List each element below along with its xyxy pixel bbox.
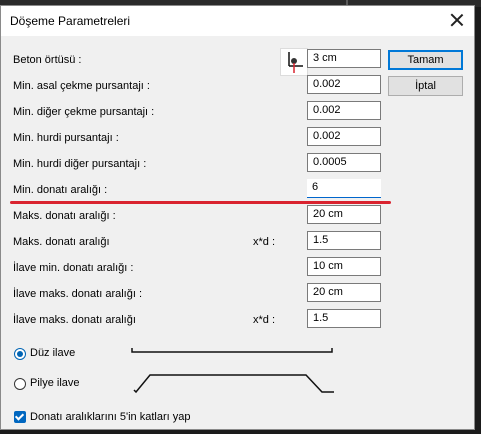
max-bar-spacing-xd-field[interactable]: 1.5	[307, 231, 381, 250]
close-icon[interactable]	[446, 10, 468, 32]
label-min-other-tension-ratio: Min. diğer çekme pursantajı :	[13, 106, 155, 118]
xd-suffix-label: x*d :	[253, 314, 276, 326]
label-min-bar-spacing: Min. donatı aralığı :	[13, 184, 108, 196]
min-hurdi-ratio-field[interactable]: 0.002	[307, 127, 381, 146]
label-extra-max-bar-spacing: İlave maks. donatı aralığı :	[13, 288, 143, 300]
straight-extra-label: Düz ilave	[30, 347, 76, 359]
min-bar-spacing-field[interactable]: 6	[307, 179, 381, 198]
straight-extra-radio[interactable]	[14, 348, 26, 360]
min-hurdi-other-ratio-field[interactable]: 0.0005	[307, 153, 381, 172]
xd-suffix-label: x*d :	[253, 236, 276, 248]
cancel-button[interactable]: İptal	[388, 76, 463, 96]
round-to-five-checkbox[interactable]	[14, 411, 26, 423]
label-max-bar-spacing: Maks. donatı aralığı :	[13, 210, 116, 222]
cover-diagram-icon	[280, 48, 308, 76]
label-min-hurdi-other-ratio: Min. hurdi diğer pursantajı :	[13, 158, 147, 170]
highlight-underline	[10, 201, 391, 204]
label-extra-min-bar-spacing: İlave min. donatı aralığı :	[13, 262, 134, 274]
round-to-five-label: Donatı aralıklarını 5'in katları yap	[30, 411, 191, 423]
max-bar-spacing-field[interactable]: 20 cm	[307, 205, 381, 224]
label-min-hurdi-ratio: Min. hurdi pursantajı :	[13, 132, 119, 144]
extra-max-bar-spacing-xd-field[interactable]: 1.5	[307, 309, 381, 328]
extra-min-bar-spacing-field[interactable]: 10 cm	[307, 257, 381, 276]
bent-bar-diagram	[133, 374, 334, 394]
label-extra-max-bar-spacing-xd: İlave maks. donatı aralığı	[13, 314, 136, 326]
bent-extra-label: Pilye ilave	[30, 377, 80, 389]
label-min-main-tension-ratio: Min. asal çekme pursantajı :	[13, 80, 150, 92]
title-bar: Döşeme Parametreleri	[1, 6, 474, 36]
straight-bar-diagram	[131, 348, 333, 353]
min-other-tension-ratio-field[interactable]: 0.002	[307, 101, 381, 120]
extra-max-bar-spacing-field[interactable]: 20 cm	[307, 283, 381, 302]
dialog-title: Döşeme Parametreleri	[10, 14, 131, 28]
bent-extra-radio[interactable]	[14, 378, 26, 390]
label-concrete-cover: Beton örtüsü :	[13, 54, 82, 66]
ok-button[interactable]: Tamam	[388, 50, 463, 70]
concrete-cover-field[interactable]: 3 cm	[307, 49, 381, 68]
min-main-tension-ratio-field[interactable]: 0.002	[307, 75, 381, 94]
dialog: Döşeme Parametreleri Beton örtüsü : 3 cm…	[0, 5, 475, 430]
label-max-bar-spacing-xd: Maks. donatı aralığı	[13, 236, 110, 248]
